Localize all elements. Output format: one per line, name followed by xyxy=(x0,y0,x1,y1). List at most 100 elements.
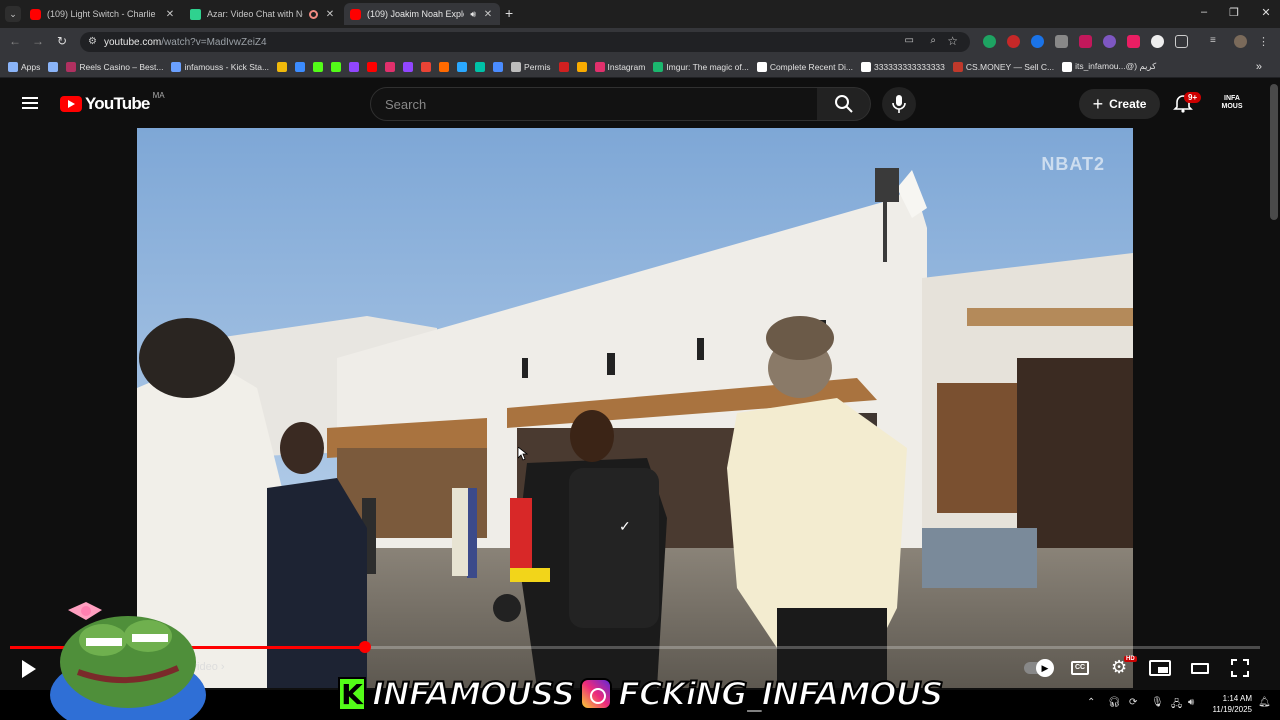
bookmark-item[interactable] xyxy=(313,61,324,72)
profile-avatar-icon[interactable] xyxy=(1234,35,1247,48)
bookmark-item[interactable] xyxy=(576,61,587,72)
folder-icon xyxy=(511,61,522,72)
search-icon xyxy=(834,95,853,113)
bookmark-item[interactable]: Permis xyxy=(511,61,551,72)
browser-tab-1[interactable]: (109) Light Switch - Charlie Puth ✕ xyxy=(24,3,182,25)
scrubber-handle[interactable] xyxy=(359,641,371,653)
subtitles-cc-icon[interactable]: CC xyxy=(1071,661,1089,675)
bookmark-star-icon[interactable]: ☆ xyxy=(947,34,958,48)
zoom-icon[interactable]: ⌕ xyxy=(930,35,936,46)
network-icon[interactable]: 🖧︎ xyxy=(1171,697,1182,714)
bookmark-item[interactable] xyxy=(277,61,288,72)
bookmark-item[interactable] xyxy=(493,61,504,72)
bookmark-item[interactable]: 333333333333333 xyxy=(860,61,945,72)
bookmarks-overflow-icon[interactable]: » xyxy=(1256,61,1262,73)
extension-icon[interactable] xyxy=(1055,35,1068,48)
bookmark-item[interactable]: infamouss - Kick Sta... xyxy=(171,61,269,72)
bookmark-item[interactable] xyxy=(331,61,342,72)
url-path: /watch?v=MadIvwZeiZ4 xyxy=(161,36,267,48)
extensions-puzzle-icon[interactable] xyxy=(1175,35,1188,48)
extension-icon[interactable] xyxy=(1007,35,1020,48)
mouse-cursor-icon xyxy=(518,447,528,461)
volume-icon[interactable]: 🔊︎ xyxy=(1188,697,1194,708)
bookmark-item[interactable] xyxy=(295,61,306,72)
extension-icon[interactable] xyxy=(1127,35,1140,48)
bookmark-item[interactable] xyxy=(403,61,414,72)
notification-center-icon[interactable]: 🔔︎ xyxy=(1258,697,1271,708)
bookmark-item[interactable]: Apps xyxy=(8,61,40,72)
bookmark-item[interactable] xyxy=(367,61,378,72)
media-control-icon[interactable]: ≡ xyxy=(1210,35,1223,48)
page-scrollbar[interactable] xyxy=(1270,84,1278,220)
theater-mode-icon[interactable] xyxy=(1191,663,1209,674)
back-icon[interactable]: ← xyxy=(6,34,24,48)
bookmark-item[interactable]: Complete Recent Di... xyxy=(756,61,853,72)
headset-icon[interactable]: 🎧︎ xyxy=(1108,697,1121,708)
search-button[interactable] xyxy=(817,87,871,121)
kick-icon xyxy=(331,61,342,72)
tiktok-icon xyxy=(1062,61,1073,72)
forward-icon[interactable]: → xyxy=(29,34,47,48)
autoplay-toggle[interactable]: ▶ xyxy=(1024,659,1054,677)
bookmark-label: CS.MONEY — Sell C... xyxy=(965,61,1055,72)
close-window-icon[interactable]: ✕ xyxy=(1256,6,1276,19)
speaker-icon[interactable]: 🔊︎ xyxy=(470,9,476,20)
youtube-icon xyxy=(30,8,41,20)
channel-avatar[interactable]: INFA MOUS xyxy=(1216,90,1248,116)
microphone-tray-icon[interactable]: 🎙︎ xyxy=(1151,697,1164,708)
extension-icon[interactable] xyxy=(1151,35,1164,48)
bookmark-item[interactable] xyxy=(385,61,396,72)
bookmark-item[interactable] xyxy=(475,61,486,72)
video-player[interactable]: ✓ NBAT2 xyxy=(137,128,1133,688)
taskbar-clock[interactable]: 1:14 AM 11/19/2025 xyxy=(1206,693,1252,715)
menu-kebab-icon[interactable]: ⋮ xyxy=(1258,35,1271,48)
notification-count-badge: 9+ xyxy=(1184,92,1202,103)
address-bar[interactable]: ⚙︎ youtube.com/watch?v=MadIvwZeiZ4 ▭ ⌕ ☆ xyxy=(80,32,970,52)
bookmark-item[interactable] xyxy=(457,61,468,72)
extension-icon[interactable] xyxy=(1031,35,1044,48)
reload-icon[interactable]: ↻ xyxy=(53,34,71,48)
create-button[interactable]: + Create xyxy=(1079,89,1160,119)
search-input[interactable]: Search xyxy=(370,87,818,121)
bookmark-item[interactable]: Reels Casino – Best... xyxy=(66,61,163,72)
youtube-play-icon xyxy=(60,96,82,112)
extension-icon[interactable] xyxy=(1103,35,1116,48)
extension-icon[interactable] xyxy=(1079,35,1092,48)
close-tab-icon[interactable]: ✕ xyxy=(324,9,336,20)
bookmark-item[interactable] xyxy=(558,61,569,72)
voice-search-button[interactable] xyxy=(882,87,916,121)
site-info-icon[interactable]: ⚙︎ xyxy=(88,36,97,47)
fullscreen-icon[interactable] xyxy=(1231,659,1249,677)
bookmark-label: 333333333333333 xyxy=(873,61,945,72)
analytics-icon xyxy=(576,61,587,72)
bookmark-item[interactable]: its_infamou...@) كريم xyxy=(1062,61,1156,72)
minimize-icon[interactable]: – xyxy=(1194,6,1214,18)
play-icon[interactable] xyxy=(20,659,38,679)
streamer-socials-banner: K INFAMOUSS FCKiNG_INFAMOUS xyxy=(338,672,945,716)
csmoney-icon xyxy=(952,61,963,72)
tab-search-button[interactable]: ⌄ xyxy=(5,6,21,22)
cast-icon[interactable]: ▭ xyxy=(905,35,914,46)
bookmark-item[interactable]: Instagram xyxy=(594,61,645,72)
new-tab-button[interactable]: + xyxy=(505,5,513,21)
bm-icon xyxy=(295,61,306,72)
close-tab-icon[interactable]: ✕ xyxy=(164,9,176,20)
bookmark-item[interactable] xyxy=(439,61,450,72)
sync-icon[interactable]: ⟳ xyxy=(1129,697,1137,708)
bookmark-item[interactable]: CS.MONEY — Sell C... xyxy=(952,61,1055,72)
extension-icon[interactable] xyxy=(983,35,996,48)
hamburger-menu-icon[interactable] xyxy=(22,97,38,109)
close-tab-icon[interactable]: ✕ xyxy=(482,9,494,20)
bookmark-item[interactable] xyxy=(48,61,59,72)
youtube-logo[interactable]: YouTube MA xyxy=(60,91,165,114)
clock-date: 11/19/2025 xyxy=(1212,705,1252,714)
bookmark-item[interactable] xyxy=(349,61,360,72)
kick-icon xyxy=(313,61,324,72)
browser-tab-3-active[interactable]: (109) Joakim Noah Explores 🔊︎ ✕ xyxy=(344,3,500,25)
browser-tab-2[interactable]: Azar: Video Chat with New Fr ✕ xyxy=(184,3,342,25)
tray-overflow-icon[interactable]: ⌃ xyxy=(1087,697,1095,708)
restore-icon[interactable]: ❐ xyxy=(1224,6,1244,19)
bookmark-item[interactable] xyxy=(421,61,432,72)
bookmark-item[interactable]: Imgur: The magic of... xyxy=(653,61,749,72)
miniplayer-icon[interactable] xyxy=(1149,660,1171,676)
